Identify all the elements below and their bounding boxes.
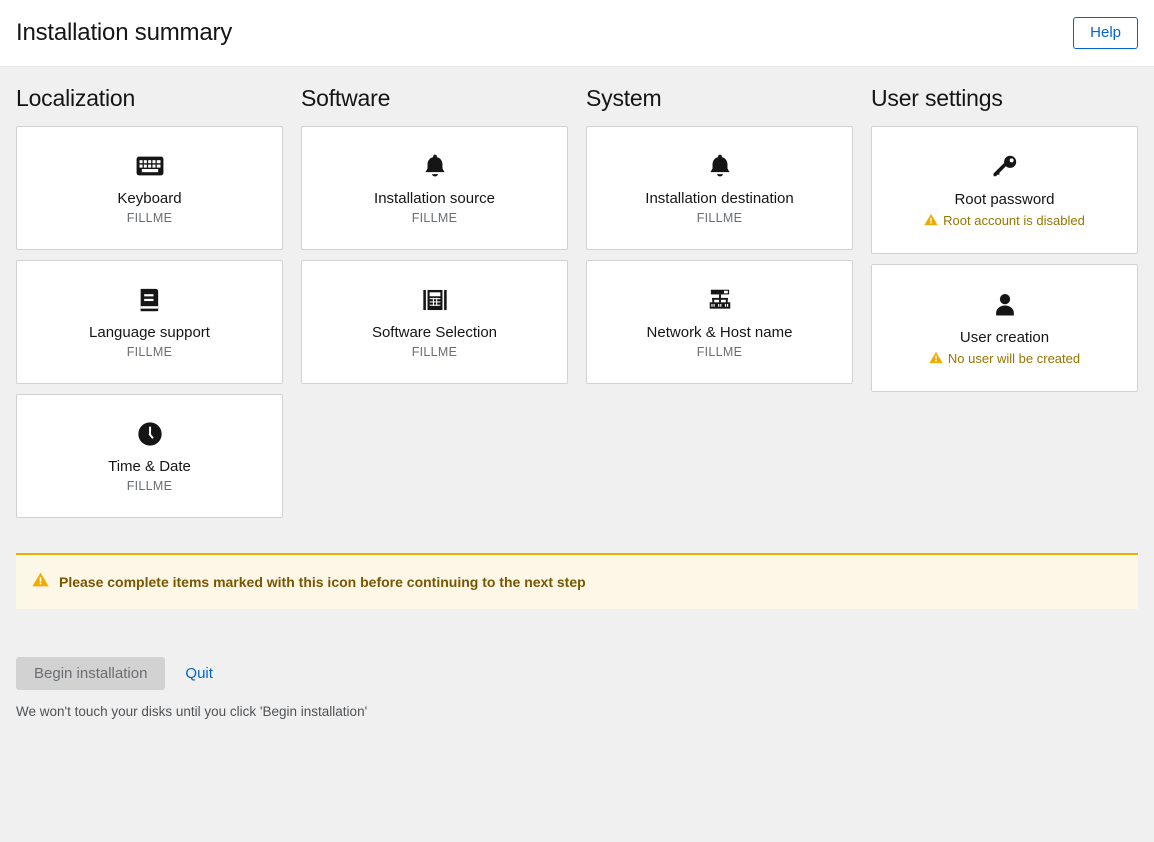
column-localization: Localization Keyboard FILLME Language suppo… <box>16 67 283 528</box>
network-icon <box>706 285 734 315</box>
book-icon <box>136 285 164 315</box>
hub-card-label: Keyboard <box>117 190 182 207</box>
hub-card-network-and-host-name[interactable]: Network & Host name FILLME <box>586 260 853 384</box>
column-system: System Installation destination FILLME Netw… <box>586 67 853 528</box>
hub-card-user-creation[interactable]: User creation No user will be created <box>871 264 1138 392</box>
column-user-settings: User settings Root password Root account i… <box>871 67 1138 528</box>
column-software: Software Installation source FILLME Softwar… <box>301 67 568 528</box>
bell-icon <box>706 151 734 181</box>
quit-button[interactable]: Quit <box>169 657 229 690</box>
hub-card-status: FILLME <box>126 345 173 359</box>
hub-card-warning-text: Root account is disabled <box>943 213 1085 228</box>
begin-installation-button[interactable]: Begin installation <box>16 657 166 690</box>
user-icon <box>991 290 1019 320</box>
hub-card-status: FILLME <box>126 211 173 225</box>
hub-card-status: FILLME <box>696 345 743 359</box>
software-selection-icon <box>421 285 449 315</box>
column-title: User settings <box>871 85 1003 111</box>
app-header: Installation summary Help <box>0 0 1154 67</box>
hub-card-warning-text: No user will be created <box>947 351 1081 366</box>
hub-card-label: Language support <box>89 324 210 341</box>
keyboard-icon <box>136 151 164 181</box>
page-title: Installation summary <box>16 19 233 46</box>
column-title: Localization <box>16 85 136 111</box>
hub-card-label: User creation <box>959 328 1050 346</box>
completion-alert: Please complete items marked with this i… <box>16 553 1138 609</box>
column-title: Software <box>301 85 391 111</box>
hub-card-root-password[interactable]: Root password Root account is disabled <box>871 126 1138 254</box>
hub-card-installation-source[interactable]: Installation source FILLME <box>301 126 568 250</box>
hub-card-installation-destination[interactable]: Installation destination FILLME <box>586 126 853 250</box>
hub-card-label: Software Selection <box>371 324 498 341</box>
hub-card-status: FILLME <box>411 345 458 359</box>
alert-message: Please complete items marked with this i… <box>59 574 586 590</box>
hub-columns: Localization Keyboard FILLME Language suppo… <box>0 67 1154 528</box>
hub-card-warning: Root account is disabled <box>924 213 1085 229</box>
hub-card-status: FILLME <box>126 479 173 493</box>
disk-note: We won't touch your disks until you clic… <box>16 704 368 719</box>
hub-card-language-support[interactable]: Language support FILLME <box>16 260 283 384</box>
hub-card-software-selection[interactable]: Software Selection FILLME <box>301 260 568 384</box>
hub-card-keyboard[interactable]: Keyboard FILLME <box>16 126 283 250</box>
hub-card-label: Network & Host name <box>646 324 793 341</box>
clock-icon <box>136 419 164 449</box>
hub-card-label: Installation destination <box>645 190 794 207</box>
hub-card-time-and-date[interactable]: Time & Date FILLME <box>16 394 283 518</box>
hub-card-label: Root password <box>954 190 1055 208</box>
hub-card-warning: No user will be created <box>929 351 1080 367</box>
hub-card-status: FILLME <box>696 211 743 225</box>
warning-triangle-icon <box>924 213 938 229</box>
warning-triangle-icon <box>929 351 943 367</box>
warning-triangle-icon <box>32 572 49 592</box>
hub-card-status: FILLME <box>411 211 458 225</box>
bell-icon <box>421 151 449 181</box>
hub-card-label: Time & Date <box>108 458 191 475</box>
key-icon <box>991 152 1019 182</box>
column-title: System <box>586 85 662 111</box>
help-button[interactable]: Help <box>1073 17 1138 49</box>
footer-actions: Begin installation Quit <box>16 657 1138 690</box>
hub-card-label: Installation source <box>374 190 495 207</box>
